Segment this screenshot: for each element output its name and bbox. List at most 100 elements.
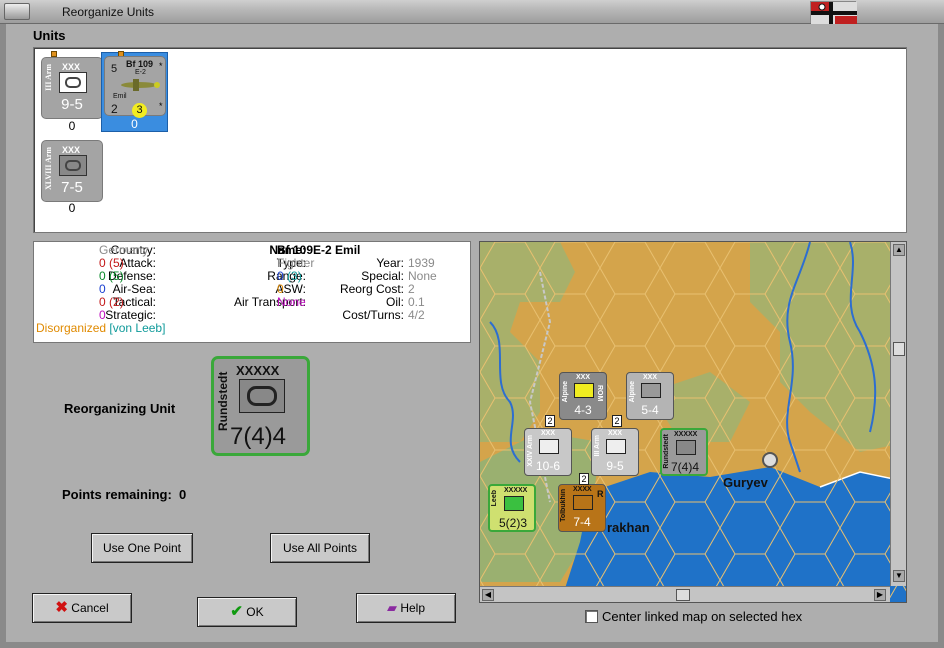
map-unit[interactable]: XXX XXIV Arm 10-6 2 [524, 415, 572, 476]
map-unit[interactable]: XXXX Tolbukhin R 7-4 2 [558, 473, 606, 532]
points-label-text: Points remaining: [62, 487, 172, 502]
unit-strength: 9-5 [61, 96, 83, 113]
window-menu-icon[interactable] [4, 3, 30, 20]
unit-count: 0 [68, 201, 76, 215]
stack-count: 2 [612, 415, 622, 427]
use-one-point-button[interactable]: Use One Point [91, 533, 193, 563]
unit-count: 0 [68, 119, 76, 133]
scroll-right-icon[interactable]: ▶ [874, 589, 886, 601]
scroll-thumb[interactable] [893, 342, 905, 356]
status-value: Disorganized [36, 321, 107, 335]
map-unit-strength: 10-6 [535, 459, 561, 473]
units-list[interactable]: III Arm XXX 9-5 0 5 Bf 109 E-2 Emil 2 3 … [33, 47, 907, 233]
map-unit-size: XXX [541, 430, 556, 437]
city-label: rakhan [607, 520, 650, 535]
map-unit-strength: 7-4 [573, 515, 591, 529]
map-unit-size: XXX [576, 374, 591, 381]
map-unit-size: XXXXX [674, 431, 698, 438]
scroll-left-icon[interactable]: ◀ [482, 589, 494, 601]
fighter-plane-icon [121, 79, 160, 91]
use-all-points-button[interactable]: Use All Points [270, 533, 370, 563]
map-unit-strength: 9-5 [606, 459, 624, 473]
mountain-infantry-icon [574, 383, 594, 398]
city-label: Guryev [723, 475, 768, 490]
map-unit-vlabel: Leeb [491, 490, 498, 507]
defense-paren: (5) [109, 269, 124, 283]
map-unit[interactable]: XXX Alpine ROM 4-3 [559, 372, 607, 420]
reorganizing-unit-counter[interactable]: Rundstedt XXXXX 7(4)4 [211, 356, 310, 456]
map-unit[interactable]: XXX III Arm 9-5 2 [591, 415, 639, 476]
armor-symbol-icon [504, 496, 524, 511]
map-vertical-scrollbar[interactable]: ▲ ▼ [890, 242, 906, 586]
center-map-checkbox[interactable] [585, 610, 598, 623]
tactical-paren: (2) [109, 295, 124, 309]
defense-value: 0 [99, 269, 106, 283]
armor-symbol-icon [59, 155, 87, 176]
special-value: None [408, 269, 437, 283]
linked-map[interactable]: Guryev rakhan XXX Alpine ROM 4-3 XXX Alp… [479, 241, 907, 603]
scroll-thumb[interactable] [676, 589, 690, 601]
map-unit-tag: R [597, 489, 604, 499]
name-value: Bf 109E-2 Emil [277, 243, 361, 257]
unit-name: Bf 109 [126, 59, 154, 69]
help-label: Help [400, 601, 426, 615]
ok-button[interactable]: ✔ OK [197, 597, 297, 627]
attack-value: 0 [99, 256, 106, 270]
unit-counter-XLVIII-arm[interactable]: XLVIII Arm XXX 7-5 [41, 140, 103, 202]
unit-size: XXX [62, 62, 81, 72]
unit-info-panel: Country: Attack: Defense: Air-Sea: Tacti… [33, 241, 471, 343]
map-horizontal-scrollbar[interactable]: ◀ ▶ [480, 586, 890, 602]
unit-strength: 7-5 [61, 179, 83, 196]
map-unit-tag: ROM [596, 385, 603, 402]
map-unit-vlabel: Alpine [562, 381, 569, 403]
center-map-label: Center linked map on selected hex [602, 609, 803, 624]
help-button[interactable]: ▰ Help [356, 593, 456, 623]
cancel-label: Cancel [71, 601, 109, 615]
range-value: 0 [277, 269, 284, 283]
map-unit[interactable]: XXXXX Leeb 5(2)3 [488, 484, 536, 532]
german-flag-icon [810, 1, 857, 24]
unit-nickname: Emil [113, 93, 127, 100]
mountain-infantry-icon [641, 383, 661, 398]
armor-symbol-icon [539, 439, 559, 454]
window-title: Reorganize Units [62, 5, 155, 19]
star-icon: * [159, 101, 163, 111]
book-icon: ▰ [386, 600, 397, 615]
attack-paren: (5) [109, 256, 124, 270]
unit-size: XXX [62, 145, 81, 155]
costturns-label: Cost/Turns: [342, 308, 404, 322]
map-unit-vlabel: III Arm [594, 435, 601, 457]
cancel-x-icon: ✖ [55, 599, 68, 616]
scroll-up-icon[interactable]: ▲ [893, 244, 905, 256]
check-icon: ✔ [230, 603, 243, 620]
map-unit[interactable]: XXX Alpine 5-4 [626, 372, 674, 420]
points-remaining-label: Points remaining: 0 [62, 487, 186, 502]
map-unit-size: XXX [608, 430, 623, 437]
info-right-labels: Year: Special: Reorg Cost: Oil: Cost/Tur… [304, 257, 404, 322]
cancel-button[interactable]: ✖ Cancel [32, 593, 132, 623]
range-paren: (3) [287, 269, 302, 283]
info-right-values: 1939 None 2 0.1 4/2 [408, 257, 468, 322]
map-unit-strength: 4-3 [574, 403, 592, 417]
unit-counter-bf109[interactable]: 5 Bf 109 E-2 Emil 2 3 * * [104, 56, 166, 118]
map-unit-strength: 7(4)4 [670, 460, 699, 474]
armor-symbol-icon [239, 379, 285, 413]
city-marker-icon [762, 452, 778, 468]
scroll-down-icon[interactable]: ▼ [893, 570, 905, 582]
airsea-value: 0 [99, 282, 106, 296]
unit-vertical-label: III Arm [44, 64, 53, 91]
unit-strength: 7(4)4 [230, 423, 287, 450]
map-unit-strength: 5(2)3 [498, 516, 527, 530]
map-unit[interactable]: XXXXX Rundstedt 7(4)4 [660, 428, 708, 476]
armor-symbol-icon [676, 440, 696, 455]
unit-counter-III-arm[interactable]: III Arm XXX 9-5 [41, 57, 103, 119]
ok-label: OK [246, 605, 264, 619]
unit-variant: E-2 [135, 69, 146, 76]
map-unit-size: XXX [643, 374, 658, 381]
star-icon: * [159, 61, 163, 71]
armor-symbol-icon [59, 72, 87, 93]
selected-unit-highlight[interactable]: 5 Bf 109 E-2 Emil 2 3 * * 0 [101, 51, 168, 132]
unit-badge: 3 [132, 103, 147, 118]
unit-size: XXXXX [236, 363, 280, 378]
unit-count: 0 [131, 117, 138, 131]
